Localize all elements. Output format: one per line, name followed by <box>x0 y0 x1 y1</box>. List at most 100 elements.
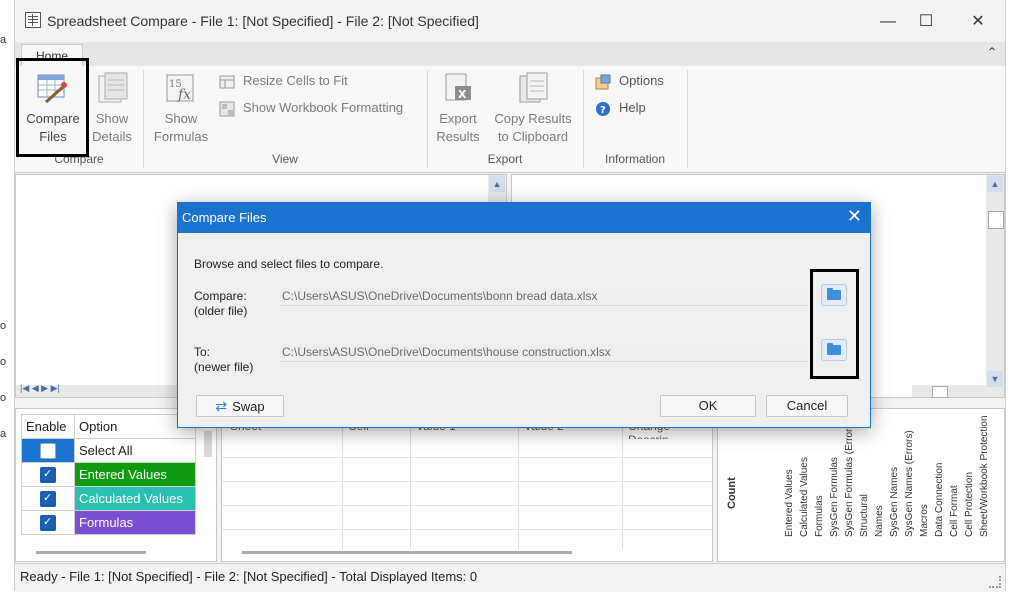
group-label-information: Information <box>604 152 666 166</box>
to-file-path-field[interactable]: C:\Users\ASUS\OneDrive\Documents\house c… <box>280 343 808 362</box>
compare-sublabel: (older file) <box>194 304 248 318</box>
enable-column-header: Enable <box>21 414 75 439</box>
right-pane-vertical-scrollbar[interactable]: ▲ ▼ <box>986 175 1004 397</box>
window-title: Spreadsheet Compare - File 1: [Not Speci… <box>47 13 479 29</box>
to-label: To: <box>194 345 211 359</box>
edge-fragment: a <box>0 34 7 46</box>
column-divider <box>518 419 519 549</box>
show-details-label-2: Details <box>92 129 132 144</box>
ok-button[interactable]: OK <box>660 395 756 417</box>
chart-column-label: SysGen Formulas (Errors) <box>844 420 855 537</box>
edge-fragment: a <box>0 428 7 440</box>
group-separator <box>687 70 688 168</box>
entered-values-checkbox[interactable] <box>40 466 56 483</box>
option-row-formulas[interactable]: Formulas <box>21 510 196 535</box>
swap-icon: ⇄ <box>215 398 228 414</box>
sheet-nav-arrows-icon[interactable]: |◀ ◀ ▶ ▶| <box>20 383 60 394</box>
status-text: Ready - File 1: [Not Specified] - File 2… <box>20 569 478 584</box>
options-scroll-thumb[interactable] <box>204 431 212 457</box>
export-results-label-2: Results <box>436 129 480 144</box>
horizontal-scroll-thumb[interactable] <box>932 386 948 398</box>
maximize-button[interactable]: ☐ <box>903 8 949 36</box>
show-details-icon <box>95 72 129 106</box>
results-horizontal-scrollbar[interactable] <box>242 551 572 554</box>
browse-buttons-highlight <box>810 269 859 379</box>
scroll-up-icon[interactable]: ▲ <box>987 176 1003 192</box>
chart-column-label: Formulas <box>814 495 825 537</box>
show-workbook-formatting-label: Show Workbook Formatting <box>243 100 404 115</box>
spreadsheet-compare-app-icon <box>25 12 41 28</box>
help-button[interactable]: ? Help <box>595 98 646 118</box>
column-divider <box>622 419 623 549</box>
options-button[interactable]: Options <box>595 71 664 91</box>
results-pane[interactable]: Sheet Cell Value 1 Value 2 Change Descri… <box>221 408 713 562</box>
compare-file-path-field[interactable]: C:\Users\ASUS\OneDrive\Documents\bonn br… <box>280 287 808 306</box>
option-row-calculated-values[interactable]: Calculated Values <box>21 486 196 511</box>
chart-pane: Count Entered Values Calculated Values F… <box>717 408 1005 562</box>
show-details-label-1: Show <box>95 111 129 126</box>
select-all-checkbox[interactable] <box>40 442 56 459</box>
option-row-select-all[interactable]: Select All <box>21 438 196 463</box>
dialog-body: Browse and select files to compare. Comp… <box>178 233 870 427</box>
scroll-down-icon[interactable]: ▼ <box>987 371 1003 387</box>
collapse-ribbon-icon[interactable]: ⌃ <box>987 45 997 59</box>
ribbon: Compare Files Show Details Compare 15 fx… <box>15 66 1005 173</box>
formulas-checkbox[interactable] <box>40 514 56 531</box>
option-label: Calculated Values <box>74 486 196 511</box>
dialog-title: Compare Files <box>182 210 267 225</box>
show-formulas-button[interactable]: 15 fx Show Formulas <box>149 70 213 146</box>
dialog-title-bar: Compare Files ✕ <box>178 203 870 233</box>
dialog-close-icon[interactable]: ✕ <box>847 206 862 227</box>
chart-column-label: Cell Protection <box>964 471 975 537</box>
show-workbook-formatting-button[interactable]: Show Workbook Formatting <box>219 98 403 118</box>
swap-button[interactable]: ⇄ Swap <box>196 395 284 417</box>
edge-fragment: o <box>0 320 7 332</box>
close-window-button[interactable]: ✕ <box>955 8 1001 36</box>
export-results-button[interactable]: X Export Results <box>433 70 483 146</box>
option-label: Entered Values <box>74 462 196 487</box>
options-horizontal-scrollbar[interactable] <box>36 551 146 554</box>
count-axis-label: Count <box>726 477 738 509</box>
resize-grip-icon[interactable] <box>989 576 1001 588</box>
chart-column-label: Data Connection <box>934 462 945 538</box>
resize-cells-label: Resize Cells to Fit <box>243 73 348 88</box>
options-pane: Enable Option Select All Entered Values … <box>15 408 217 562</box>
option-label: Select All <box>74 438 196 463</box>
compare-files-dialog: Compare Files ✕ Browse and select files … <box>177 202 871 428</box>
show-formulas-icon: 15 fx <box>164 72 198 106</box>
option-row-entered-values[interactable]: Entered Values <box>21 462 196 487</box>
chart-column-label: Cell Format <box>949 485 960 537</box>
resize-cells-button[interactable]: Resize Cells to Fit <box>219 71 348 91</box>
chart-column-label: Names <box>874 505 885 537</box>
compare-files-highlight <box>16 58 89 157</box>
copy-to-clipboard-icon <box>516 72 550 106</box>
svg-text:?: ? <box>600 105 606 116</box>
edge-fragment: o <box>0 392 7 404</box>
scroll-thumb[interactable] <box>988 211 1004 229</box>
to-sublabel: (newer file) <box>194 360 254 374</box>
copy-results-button[interactable]: Copy Results to Clipboard <box>491 70 575 146</box>
workbook-formatting-icon <box>219 101 235 117</box>
cancel-button[interactable]: Cancel <box>766 395 848 417</box>
chart-column-label: Macros <box>919 504 930 537</box>
svg-text:fx: fx <box>177 87 191 103</box>
status-bar: Ready - File 1: [Not Specified] - File 2… <box>15 563 1005 592</box>
group-label-export: Export <box>487 152 523 166</box>
chart-column-label: Sheet/Workbook Protection <box>979 415 990 537</box>
help-icon: ? <box>595 101 611 117</box>
chart-column-label: Structural <box>859 494 870 537</box>
options-icon <box>595 74 611 90</box>
compare-label: Compare: <box>194 289 247 303</box>
svg-text:X: X <box>458 88 467 101</box>
show-details-button[interactable]: Show Details <box>89 70 135 146</box>
calculated-values-checkbox[interactable] <box>40 490 56 507</box>
chart-column-label: SysGen Names (Errors) <box>904 430 915 537</box>
export-results-icon: X <box>441 72 475 106</box>
copy-results-label-2: to Clipboard <box>497 129 569 144</box>
chart-column-label: SysGen Formulas <box>829 456 840 537</box>
copy-results-label-1: Copy Results <box>494 111 572 126</box>
right-pane-horizontal-scrollbar[interactable] <box>912 385 986 398</box>
scroll-up-icon[interactable]: ▲ <box>489 176 505 192</box>
show-formulas-label-2: Formulas <box>153 129 209 144</box>
swap-label: Swap <box>232 399 265 414</box>
